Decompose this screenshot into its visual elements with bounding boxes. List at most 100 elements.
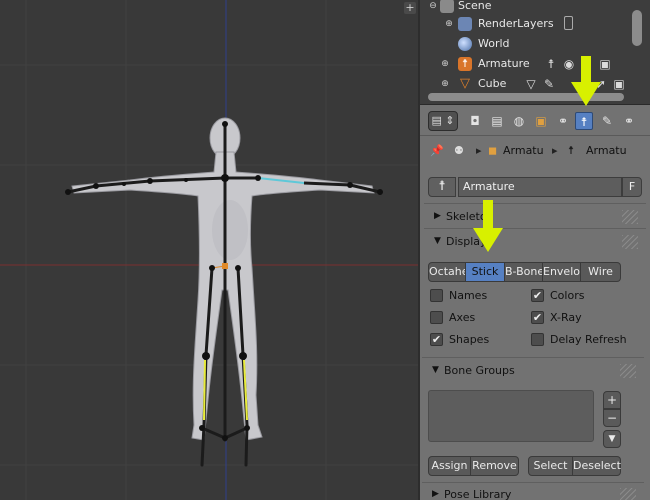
option-label: Delay Refresh [550,333,627,346]
collapsed-triangle-icon: ▶ [432,489,439,499]
expanded-triangle-icon: ▼ [432,365,439,375]
outliner-label: Scene [458,0,492,12]
expanded-triangle-icon: ▼ [434,236,441,246]
option-shapes[interactable]: ✔ Shapes [430,333,489,346]
breadcrumb-data: Armatu [586,144,627,157]
option-delay-refresh[interactable]: Delay Refresh [531,333,627,346]
bone-groups-list[interactable] [428,390,594,442]
breadcrumb-object: Armatu [503,144,544,157]
breadcrumb: 📌 ⚉ ▸ ◼ Armatu ▸ ☨ Armatu [420,137,650,165]
panel-drag-grip[interactable] [620,364,636,378]
chevron-right-icon: ▸ [476,144,482,157]
panel-skeleton-header[interactable]: ▶ Skeleton [428,206,642,228]
mode-wire-button[interactable]: Wire [581,262,621,282]
bone-constraints-icon[interactable]: ⚭ [620,112,638,130]
checkbox-checked[interactable]: ✔ [531,311,544,324]
chevron-right-icon: ▸ [552,144,558,157]
option-label: Axes [449,311,476,324]
world-icon[interactable]: ◍ [510,112,528,130]
checkbox-checked[interactable]: ✔ [430,333,443,346]
outliner-label: RenderLayers [478,17,554,30]
character-mesh [71,117,375,441]
outliner-row-world[interactable]: World [420,34,650,54]
annotation-arrow-icon [571,56,601,106]
armature-data-icon: ☨ [568,144,574,157]
option-xray[interactable]: ✔ X-Ray [531,311,582,324]
panel-display-header[interactable]: ▼ Display [428,231,642,253]
mode-stick-button[interactable]: Stick [466,262,505,282]
expand-icon[interactable]: ⊕ [440,79,450,89]
render-layer-icon-small [564,16,573,30]
outliner-row-cube[interactable]: ⊕ ▽ Cube ▽ ✎ ➚ ▣ [420,74,650,94]
panel-bone-groups-header[interactable]: ▼ Bone Groups [426,360,640,382]
mesh-object-icon: ▽ [460,76,470,91]
annotation-arrow-icon [473,200,503,252]
object-icon: ◼ [488,144,498,157]
assign-button[interactable]: Assign [428,456,471,476]
properties-header: ▤ ⇕ ◘ ▤ ◍ ▣ ⚭ ☨ ✎ ⚭ [420,104,650,136]
add-bone-group-button[interactable]: + [603,391,621,409]
bone-icon[interactable]: ✎ [598,112,616,130]
mesh-data-icon[interactable]: ▽ [524,77,538,91]
option-label: Colors [550,289,585,302]
fake-user-button[interactable]: F [622,177,642,197]
checkbox-unchecked[interactable] [430,311,443,324]
mode-octahedral-button[interactable]: Octahe [428,262,466,282]
outliner-label: World [478,37,510,50]
armature-data-icon[interactable]: ☨ [544,57,558,71]
panel-title: Bone Groups [444,364,515,377]
panel-drag-grip[interactable] [622,210,638,224]
remove-bone-group-button[interactable]: − [603,409,621,427]
scene-icon: ⚉ [454,144,464,157]
option-colors[interactable]: ✔ Colors [531,289,584,302]
remove-button[interactable]: Remove [471,456,519,476]
pin-icon[interactable]: 📌 [430,144,444,157]
modifier-wrench-icon[interactable]: ✎ [542,77,556,91]
render-layers-icon [458,17,472,31]
mode-envelope-button[interactable]: Envelo [543,262,581,282]
render-camera-icon[interactable]: ▣ [612,77,626,91]
mode-bbone-button[interactable]: B-Bone [505,262,543,282]
armature-data-icon[interactable]: ☨ [575,112,593,130]
outliner-row-renderlayers[interactable]: ⊕ RenderLayers [420,14,650,34]
select-button[interactable]: Select [528,456,573,476]
outliner-row-armature[interactable]: ⊕ ☨ Armature ☨ ◉ ➚ ▣ [420,54,650,74]
option-axes[interactable]: Axes [430,311,475,324]
viewport-canvas [0,0,418,500]
panel-drag-grip[interactable] [620,488,636,500]
option-label: Names [449,289,488,302]
armature-name-input[interactable]: Armature [458,177,622,197]
checkbox-checked[interactable]: ✔ [531,289,544,302]
outliner-label: Cube [478,77,507,90]
collapse-icon[interactable]: ⊖ [428,1,438,11]
panel-drag-grip[interactable] [622,235,638,249]
option-names[interactable]: Names [430,289,487,302]
render-icon[interactable]: ◘ [466,112,484,130]
render-layers-icon[interactable]: ▤ [488,112,506,130]
checkbox-unchecked[interactable] [531,333,544,346]
option-label: Shapes [449,333,490,346]
panel-title: Pose Library [444,488,512,500]
scene-icon [440,0,454,13]
constraints-icon[interactable]: ⚭ [554,112,572,130]
viewport-split-widget[interactable]: + [404,2,416,14]
object-icon[interactable]: ▣ [532,112,550,130]
armature-datablock-field: ☨ Armature F [428,177,642,197]
armature-browse-icon[interactable]: ☨ [428,177,456,197]
outliner-label: Armature [478,57,530,70]
display-mode-selector: Octahe Stick B-Bone Envelo Wire [428,262,621,282]
deselect-button[interactable]: Deselect [573,456,621,476]
checkbox-unchecked[interactable] [430,289,443,302]
panel-pose-library-header[interactable]: ▶ Pose Library [426,484,640,500]
properties-menu-icon[interactable]: ▤ ⇕ [428,111,458,131]
expand-icon[interactable]: ⊕ [440,59,450,69]
3d-viewport[interactable]: + [0,0,418,500]
outliner[interactable]: ⊖ Scene ⊕ RenderLayers World ⊕ ☨ Armatur… [420,0,650,104]
expand-icon[interactable]: ⊕ [444,19,454,29]
outliner-vertical-scrollbar[interactable] [632,10,642,46]
option-label: X-Ray [550,311,582,324]
bone-group-specials-menu[interactable]: ▼ [603,430,621,448]
collapsed-triangle-icon: ▶ [434,211,441,221]
armature-object-icon: ☨ [458,57,472,71]
world-icon [458,37,472,51]
